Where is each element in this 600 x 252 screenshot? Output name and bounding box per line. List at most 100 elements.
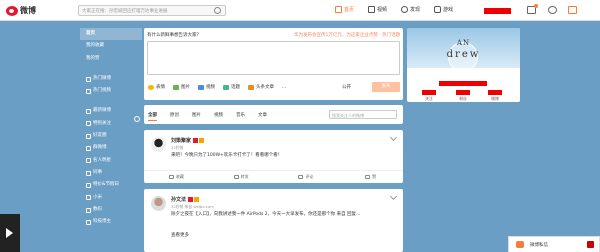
profile-card: AN drew 关注 粉丝 微博 (407, 28, 520, 102)
star-icon (168, 175, 174, 179)
tool-more[interactable]: ... (282, 84, 286, 90)
search-input[interactable]: 大家正在搜：孙宏斌回应打理万达事业进展 (78, 5, 226, 16)
tab-original[interactable]: 原创 (170, 112, 179, 121)
weibo-eye-icon (6, 5, 18, 16)
sidebar-item-colleague[interactable]: 同事 (80, 167, 142, 179)
weibo-logo[interactable]: 微博 (6, 5, 36, 16)
stat-value-redacted (422, 90, 436, 95)
chevron-down-icon[interactable] (389, 133, 398, 142)
profile-name-redacted[interactable] (439, 81, 487, 86)
tool-topic[interactable]: 话题 (223, 84, 240, 90)
sidebar-item-tech[interactable]: 科技博主 (80, 216, 142, 228)
play-icon[interactable] (6, 228, 13, 238)
avatar[interactable] (151, 137, 166, 152)
sidebar-item-deals[interactable]: 特价&节假日 (80, 179, 142, 191)
nav-home[interactable]: 首页 (335, 6, 354, 13)
tool-label: 视频 (206, 85, 215, 90)
chat-dock[interactable]: 微博私信 (508, 236, 600, 252)
sidebar-item-latest[interactable]: 最新微博 (80, 105, 142, 117)
star-icon (86, 121, 91, 127)
sidebar-item-special[interactable]: 特别关注 (80, 118, 142, 130)
tab-image[interactable]: 图片 (192, 112, 201, 121)
sidebar-item-celebrity[interactable]: 名人明星 (80, 155, 142, 167)
send-button[interactable]: 发布 (372, 82, 400, 92)
tool-article[interactable]: 头条文章 (248, 84, 274, 90)
like-button[interactable]: 赞 (338, 171, 403, 183)
bullet-icon (86, 182, 91, 188)
stat-label: 微博 (491, 96, 499, 101)
nav-video[interactable]: 视频 (368, 6, 387, 13)
hot-topic-link[interactable]: 华为发布会宣传1万亿元，为这家企业点赞 · 热门话题 (294, 32, 400, 38)
action-label: 转发 (240, 174, 249, 179)
main-nav: 首页 视频 发现 游戏 (335, 6, 453, 13)
tool-video[interactable]: 视频 (198, 84, 215, 90)
stat-label: 关注 (425, 96, 433, 101)
video-icon (86, 88, 91, 94)
sidebar-item-xiaomi[interactable]: 小米 (80, 192, 142, 204)
logo-text: 微博 (20, 6, 36, 15)
composer-textarea[interactable] (147, 41, 400, 75)
close-icon[interactable] (587, 241, 594, 248)
post-author[interactable]: 刘策聚家 (171, 137, 205, 144)
tool-label: ... (282, 84, 287, 90)
home-icon (335, 6, 342, 13)
favorite-button[interactable]: 收藏 (144, 171, 209, 183)
sidebar-item-likes[interactable]: 我的赞 (80, 53, 142, 65)
post-actions: 收藏 转发 评论 赞 (144, 170, 403, 183)
stat-posts[interactable]: 微博 (486, 90, 504, 102)
game-icon (434, 6, 442, 13)
tab-all[interactable]: 全部 (148, 112, 157, 121)
post-text: 除夕之夜在【入口】，向我讲述我一件 AirPods 2，今天一大早发布，你还是那… (171, 212, 361, 217)
bullet-icon (86, 219, 91, 225)
tool-emoji[interactable]: 表情 (148, 84, 165, 90)
thumbs-up-icon (365, 175, 371, 179)
nav-game[interactable]: 游戏 (434, 6, 453, 13)
tab-video[interactable]: 视频 (214, 112, 223, 121)
floating-video-player[interactable] (0, 214, 20, 252)
settings-icon[interactable] (548, 6, 557, 14)
visibility-select[interactable]: 公开 (342, 84, 351, 90)
sidebar-item-label: 科技博主 (93, 219, 111, 225)
sidebar-item-favorites[interactable]: 我的收藏 (80, 40, 142, 52)
video-icon (368, 6, 376, 13)
sidebar-item-label: 群微博 (93, 145, 107, 151)
post-meta: 32秒前 (171, 145, 184, 150)
chevron-down-icon[interactable] (389, 192, 398, 201)
nav-video-label: 视频 (377, 7, 388, 13)
sidebar-item-home[interactable]: 首页 (80, 28, 142, 41)
composer-tools: 表情 图片 视频 话题 头条文章 ... (148, 84, 286, 90)
article-icon (248, 84, 254, 90)
feed-search-input[interactable]: 搜我关注人的微博 (329, 110, 397, 119)
feed-post: 孙文法 32秒前 来自 weibo.com 除夕之夜在【入口】，向我讲述我一件 … (144, 189, 403, 252)
action-label: 收藏 (175, 174, 184, 179)
tab-article[interactable]: 文章 (258, 112, 267, 121)
post-more-link[interactable]: 查看更多 (171, 232, 189, 238)
post-author[interactable]: 孙文法 (171, 196, 200, 203)
repost-button[interactable]: 转发 (209, 171, 274, 183)
sidebar-item-friends[interactable]: 好友圈 (80, 130, 142, 142)
compose-icon[interactable] (568, 6, 577, 14)
tool-image[interactable]: 图片 (173, 84, 190, 90)
avatar[interactable] (151, 196, 166, 211)
discover-icon (401, 6, 409, 13)
sidebar-item-label: 好友圈 (93, 133, 107, 139)
sidebar-item-hot-video[interactable]: 热门视频 (80, 85, 142, 97)
sidebar-item-label: 特价&节假日 (93, 182, 120, 188)
sidebar-item-group[interactable]: 群微博 (80, 142, 142, 154)
stat-followers[interactable]: 粉丝 (454, 90, 472, 102)
tab-music[interactable]: 音乐 (236, 112, 245, 121)
author-name: 刘策聚家 (171, 138, 192, 144)
notification-dot (534, 4, 538, 8)
sidebar-item-hot-weibo[interactable]: 热门微博 (80, 73, 142, 85)
nav-discover-label: 发现 (410, 7, 421, 13)
sidebar-settings-icon[interactable] (134, 116, 140, 122)
comment-button[interactable]: 评论 (274, 171, 339, 183)
username-redacted[interactable] (484, 8, 511, 14)
search-icon[interactable] (214, 7, 221, 14)
stat-following[interactable]: 关注 (420, 90, 438, 102)
nav-discover[interactable]: 发现 (401, 6, 420, 13)
people-icon (86, 133, 91, 139)
feed-filter-bar: 全部 原创 图片 视频 音乐 文章 搜我关注人的微博 (144, 105, 403, 124)
sidebar-item-label: 特别关注 (93, 120, 111, 126)
sidebar-item-digital[interactable]: 数码 (80, 204, 142, 216)
